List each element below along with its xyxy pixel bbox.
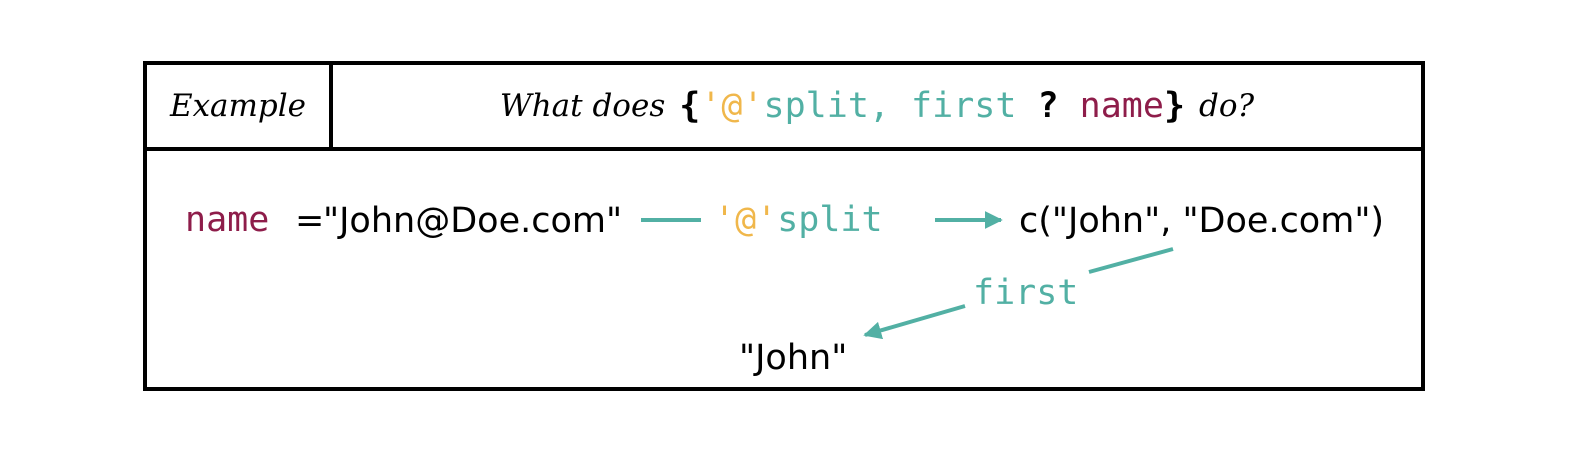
header-row: Example What does {'@'split, first ? nam… [147,65,1421,151]
diagram-area: name = "John@Doe.com" '@'split c("John",… [147,151,1421,387]
split-result: c("John", "Doe.com") [1019,201,1385,241]
example-label-cell: Example [147,65,333,147]
input-value: "John@Doe.com" [323,201,623,241]
code-first-fn: first [911,86,1017,126]
example-label: Example [169,88,307,124]
code-question-mark: ? [1037,86,1059,126]
code-split-quote: '@' [700,86,764,126]
code-close-brace: } [1163,86,1186,126]
code-open-brace: { [679,86,701,126]
split-label-quote: '@' [714,200,778,240]
first-label: first [973,273,1079,313]
split-label-fn: split [777,200,883,240]
example-table: Example What does {'@'split, first ? nam… [143,61,1425,391]
question-cell: What does {'@'split, first ? name} do? [333,65,1421,147]
code-expression: {'@'split, first ? name} [679,86,1185,126]
question-prefix: What does [499,88,666,124]
input-var: name [185,200,270,240]
first-result: "John" [739,338,848,378]
equals-sign: = [295,201,325,241]
first-arrow [863,304,966,340]
code-name-var: name [1079,86,1164,126]
split-label: '@'split [714,203,883,238]
question-suffix: do? [1199,88,1255,124]
connector-line-vector [1088,247,1174,274]
code-split-fn: split, [763,86,890,126]
